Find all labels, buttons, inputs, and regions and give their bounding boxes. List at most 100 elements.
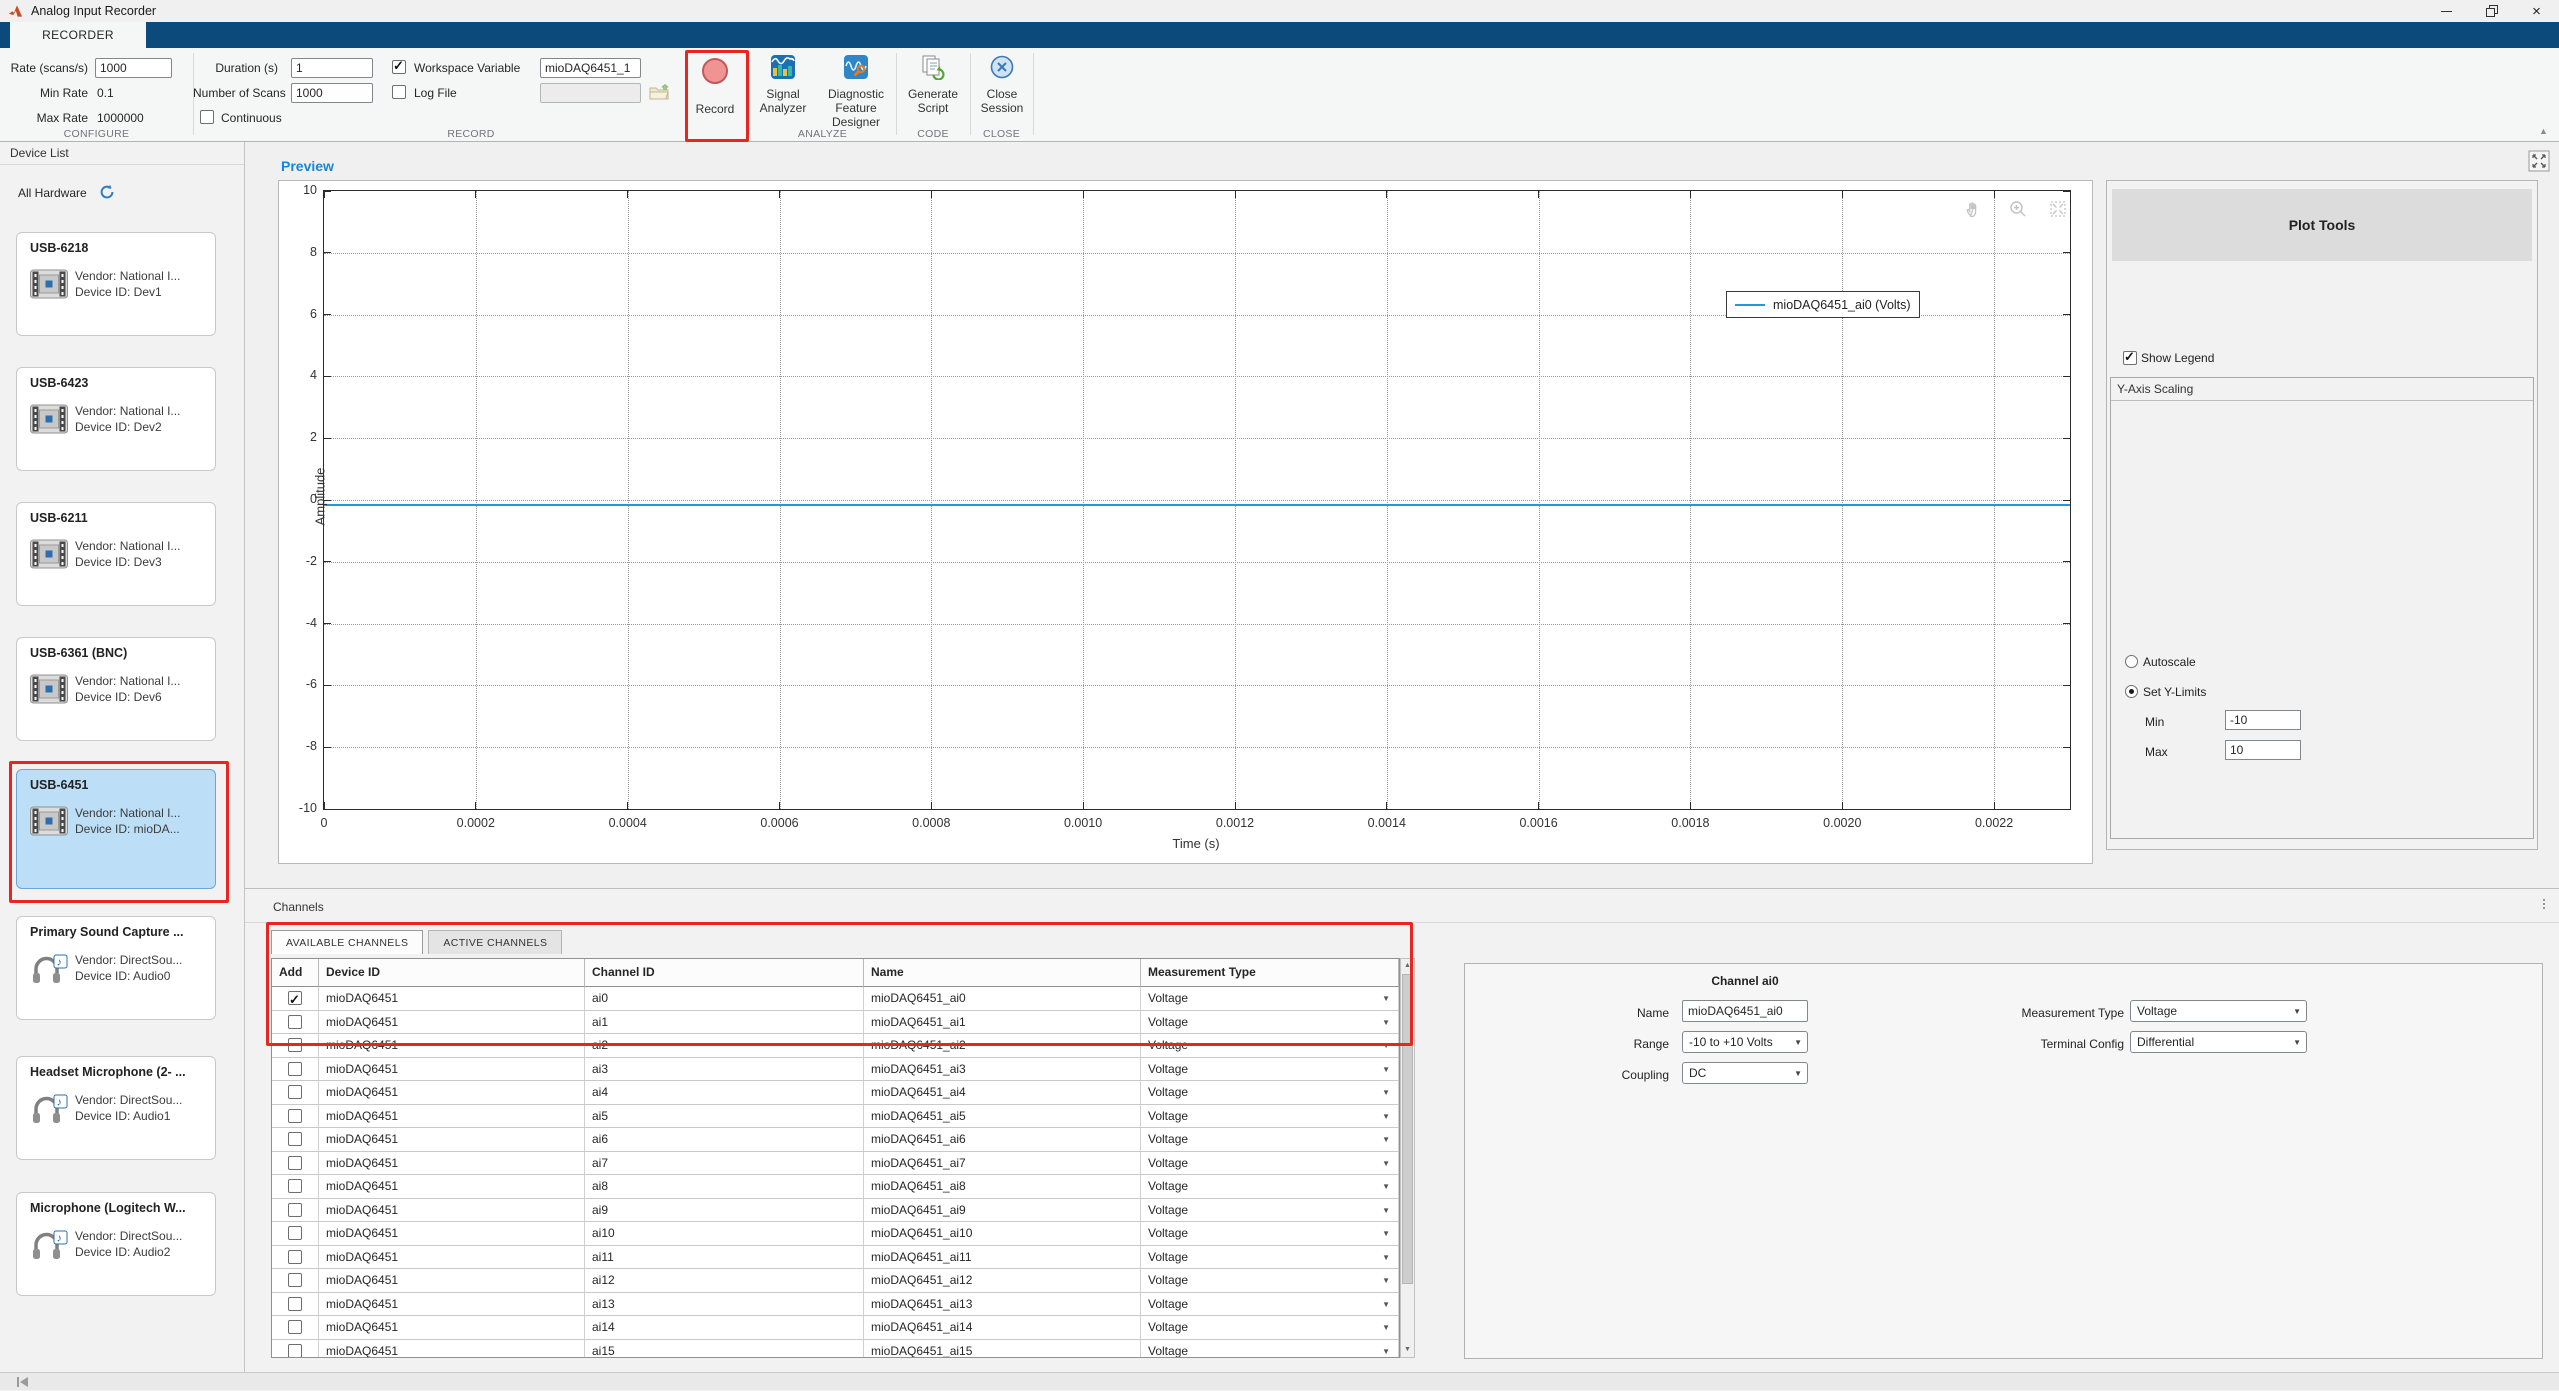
table-scrollbar[interactable]: ▲ ▼ <box>1400 958 1415 1358</box>
measurement-type-dropdown-cell[interactable]: Voltage▼ <box>1141 1175 1399 1199</box>
column-header-device-id[interactable]: Device ID <box>319 959 585 987</box>
collapse-ribbon-icon[interactable]: ▲ <box>2539 126 2548 136</box>
y-min-input[interactable]: -10 <box>2225 710 2301 730</box>
add-channel-checkbox[interactable] <box>288 1038 302 1052</box>
rate-input[interactable]: 1000 <box>95 58 172 78</box>
device-card-headset-microphone-2[interactable]: Headset Microphone (2- ...♪Vendor: Direc… <box>16 1056 216 1160</box>
measurement-type-dropdown-cell[interactable]: Voltage▼ <box>1141 1058 1399 1082</box>
terminal-config-dropdown[interactable]: Differential <box>2130 1031 2307 1053</box>
column-header-measurement-type[interactable]: Measurement Type <box>1141 959 1399 987</box>
measurement-type-dropdown-cell[interactable]: Voltage▼ <box>1141 1199 1399 1223</box>
table-row-ai9[interactable]: mioDAQ6451ai9mioDAQ6451_ai9Voltage▼ <box>272 1199 1399 1223</box>
measurement-type-dropdown-cell[interactable]: Voltage▼ <box>1141 1128 1399 1152</box>
autoscale-radio[interactable] <box>2125 655 2138 668</box>
range-dropdown[interactable]: -10 to +10 Volts <box>1682 1031 1808 1053</box>
table-row-ai14[interactable]: mioDAQ6451ai14mioDAQ6451_ai14Voltage▼ <box>272 1316 1399 1340</box>
device-card-microphone-logitech-w[interactable]: Microphone (Logitech W...♪Vendor: Direct… <box>16 1192 216 1296</box>
table-row-ai4[interactable]: mioDAQ6451ai4mioDAQ6451_ai4Voltage▼ <box>272 1081 1399 1105</box>
table-row-ai6[interactable]: mioDAQ6451ai6mioDAQ6451_ai6Voltage▼ <box>272 1128 1399 1152</box>
measurement-type-dropdown-cell[interactable]: Voltage▼ <box>1141 1011 1399 1035</box>
column-header-add[interactable]: Add <box>272 959 319 987</box>
add-channel-checkbox[interactable] <box>288 1250 302 1264</box>
measurement-type-dropdown-cell[interactable]: Voltage▼ <box>1141 1034 1399 1058</box>
add-channel-checkbox[interactable] <box>288 991 302 1005</box>
show-legend-checkbox[interactable] <box>2123 351 2137 365</box>
scroll-down-icon[interactable]: ▼ <box>1401 1343 1414 1357</box>
measurement-type-dropdown-cell[interactable]: Voltage▼ <box>1141 987 1399 1011</box>
device-card-usb-6423[interactable]: USB-6423Vendor: National I...Device ID: … <box>16 367 216 471</box>
measurement-type-dropdown-cell[interactable]: Voltage▼ <box>1141 1081 1399 1105</box>
plot-area[interactable]: 00.00020.00040.00060.00080.00100.00120.0… <box>323 190 2071 810</box>
table-row-ai1[interactable]: mioDAQ6451ai1mioDAQ6451_ai1Voltage▼ <box>272 1011 1399 1035</box>
table-row-ai7[interactable]: mioDAQ6451ai7mioDAQ6451_ai7Voltage▼ <box>272 1152 1399 1176</box>
collapse-left-icon[interactable] <box>16 1376 30 1391</box>
record-button[interactable]: Record <box>691 52 739 116</box>
scroll-up-icon[interactable]: ▲ <box>1401 959 1414 973</box>
channel-name-input[interactable]: mioDAQ6451_ai0 <box>1682 1000 1808 1022</box>
device-card-usb-6218[interactable]: USB-6218Vendor: National I...Device ID: … <box>16 232 216 336</box>
expand-panel-icon[interactable] <box>2528 150 2550 175</box>
table-row-ai12[interactable]: mioDAQ6451ai12mioDAQ6451_ai12Voltage▼ <box>272 1269 1399 1293</box>
table-row-ai15[interactable]: mioDAQ6451ai15mioDAQ6451_ai15Voltage▼ <box>272 1340 1399 1359</box>
scrollbar-thumb[interactable] <box>1402 974 1413 1284</box>
add-channel-checkbox[interactable] <box>288 1015 302 1029</box>
column-header-channel-id[interactable]: Channel ID <box>585 959 864 987</box>
add-channel-checkbox[interactable] <box>288 1320 302 1334</box>
device-card-usb-6211[interactable]: USB-6211Vendor: National I...Device ID: … <box>16 502 216 606</box>
measurement-type-dropdown-cell[interactable]: Voltage▼ <box>1141 1293 1399 1317</box>
coupling-dropdown[interactable]: DC <box>1682 1062 1808 1084</box>
measurement-type-dropdown-cell[interactable]: Voltage▼ <box>1141 1316 1399 1340</box>
minimize-button[interactable] <box>2424 0 2469 22</box>
add-channel-checkbox[interactable] <box>288 1156 302 1170</box>
zoom-in-icon[interactable] <box>2008 199 2028 219</box>
table-row-ai0[interactable]: mioDAQ6451ai0mioDAQ6451_ai0Voltage▼ <box>272 987 1399 1011</box>
add-channel-checkbox[interactable] <box>288 1109 302 1123</box>
tab-recorder[interactable]: RECORDER <box>10 22 146 48</box>
generate-script-button[interactable]: Generate Script <box>899 54 967 115</box>
workspace-variable-input[interactable]: mioDAQ6451_1 <box>540 58 641 78</box>
measurement-type-dropdown-cell[interactable]: Voltage▼ <box>1141 1269 1399 1293</box>
add-channel-checkbox[interactable] <box>288 1344 302 1358</box>
add-channel-checkbox[interactable] <box>288 1179 302 1193</box>
table-row-ai3[interactable]: mioDAQ6451ai3mioDAQ6451_ai3Voltage▼ <box>272 1058 1399 1082</box>
log-file-checkbox[interactable] <box>392 85 406 99</box>
refresh-icon[interactable] <box>99 184 115 203</box>
measurement-type-dropdown-cell[interactable]: Voltage▼ <box>1141 1340 1399 1359</box>
measurement-type-dropdown-cell[interactable]: Voltage▼ <box>1141 1222 1399 1246</box>
continuous-checkbox[interactable] <box>200 110 214 124</box>
device-card-primary-sound-capture[interactable]: Primary Sound Capture ...♪Vendor: Direct… <box>16 916 216 1020</box>
duration-input[interactable]: 1 <box>291 58 373 78</box>
fit-view-icon[interactable] <box>2048 199 2068 219</box>
table-row-ai13[interactable]: mioDAQ6451ai13mioDAQ6451_ai13Voltage▼ <box>272 1293 1399 1317</box>
y-max-input[interactable]: 10 <box>2225 740 2301 760</box>
device-card-usb-6361-bnc[interactable]: USB-6361 (BNC)Vendor: National I...Devic… <box>16 637 216 741</box>
add-channel-checkbox[interactable] <box>288 1203 302 1217</box>
add-channel-checkbox[interactable] <box>288 1062 302 1076</box>
measurement-type-dropdown-cell[interactable]: Voltage▼ <box>1141 1246 1399 1270</box>
set-y-limits-radio[interactable] <box>2125 685 2138 698</box>
table-row-ai8[interactable]: mioDAQ6451ai8mioDAQ6451_ai8Voltage▼ <box>272 1175 1399 1199</box>
num-scans-input[interactable]: 1000 <box>291 83 373 103</box>
table-row-ai5[interactable]: mioDAQ6451ai5mioDAQ6451_ai5Voltage▼ <box>272 1105 1399 1129</box>
tab-active-channels[interactable]: ACTIVE CHANNELS <box>428 930 562 954</box>
diagnostic-feature-designer-button[interactable]: Diagnostic Feature Designer <box>817 54 895 129</box>
close-button[interactable]: × <box>2514 0 2559 22</box>
add-channel-checkbox[interactable] <box>288 1297 302 1311</box>
workspace-variable-checkbox[interactable] <box>392 60 406 74</box>
add-channel-checkbox[interactable] <box>288 1085 302 1099</box>
measurement-type-dropdown-cell[interactable]: Voltage▼ <box>1141 1152 1399 1176</box>
restore-button[interactable] <box>2469 0 2514 22</box>
add-channel-checkbox[interactable] <box>288 1132 302 1146</box>
close-session-button[interactable]: Close Session <box>973 54 1031 115</box>
pan-icon[interactable] <box>1964 199 1984 219</box>
panel-menu-icon[interactable] <box>2543 899 2545 909</box>
add-channel-checkbox[interactable] <box>288 1273 302 1287</box>
measurement-type-dropdown-cell[interactable]: Voltage▼ <box>1141 1105 1399 1129</box>
signal-analyzer-button[interactable]: Signal Analyzer <box>751 54 815 115</box>
device-card-usb-6451[interactable]: USB-6451Vendor: National I...Device ID: … <box>16 769 216 889</box>
table-row-ai11[interactable]: mioDAQ6451ai11mioDAQ6451_ai11Voltage▼ <box>272 1246 1399 1270</box>
legend[interactable]: mioDAQ6451_ai0 (Volts) <box>1726 291 1920 318</box>
tab-available-channels[interactable]: AVAILABLE CHANNELS <box>271 930 423 954</box>
column-header-name[interactable]: Name <box>864 959 1141 987</box>
table-row-ai2[interactable]: mioDAQ6451ai2mioDAQ6451_ai2Voltage▼ <box>272 1034 1399 1058</box>
